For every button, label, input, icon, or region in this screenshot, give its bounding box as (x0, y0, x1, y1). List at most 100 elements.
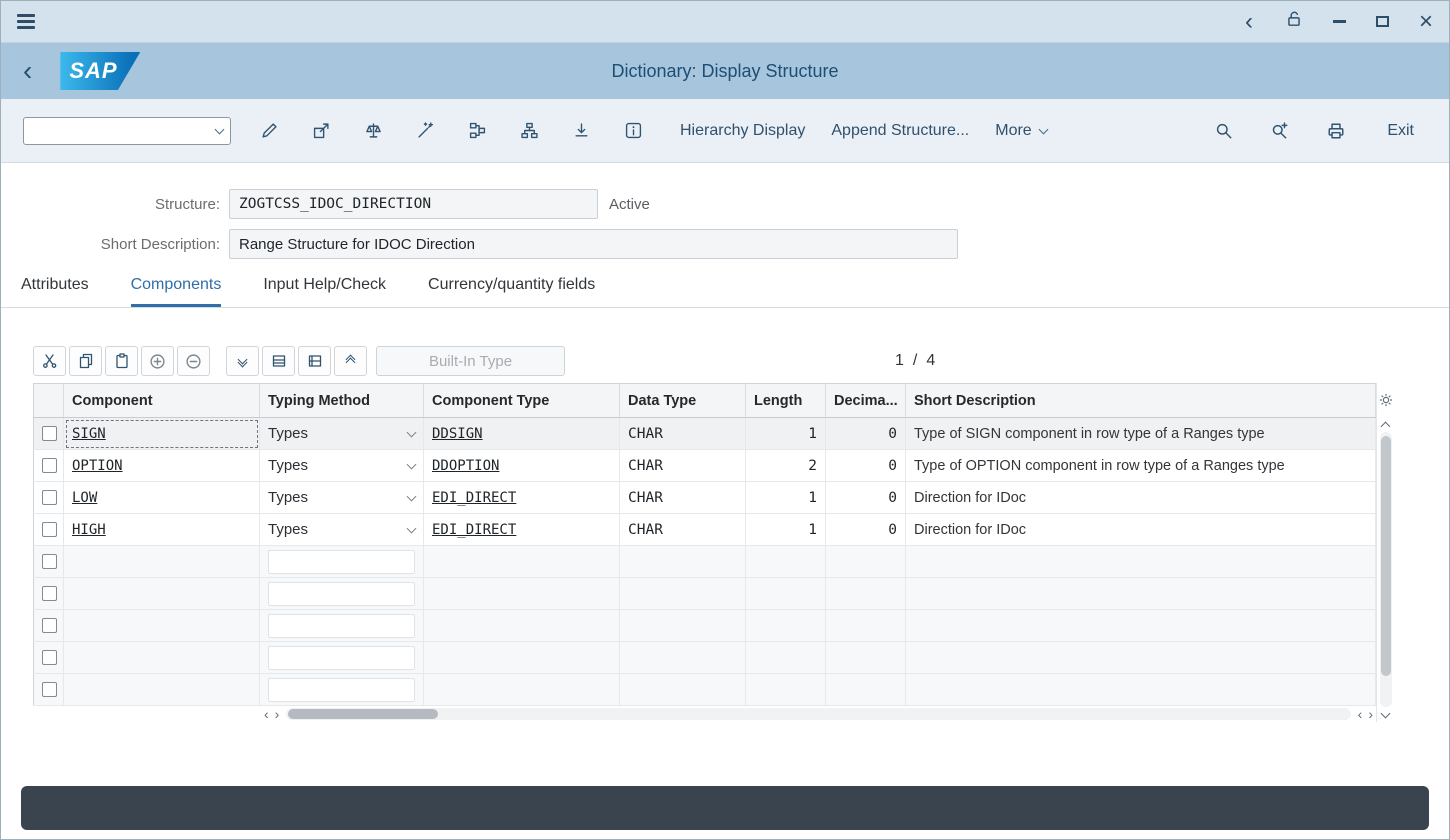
component-cell[interactable] (64, 546, 260, 578)
col-header-data-type[interactable]: Data Type (620, 384, 746, 418)
decimals-cell[interactable] (826, 578, 906, 610)
more-button[interactable]: More (982, 113, 1059, 149)
exit-button[interactable]: Exit (1374, 113, 1427, 149)
append-structure-button[interactable]: Append Structure... (818, 113, 982, 149)
copy-button[interactable] (69, 346, 102, 376)
expand-all-button[interactable] (226, 346, 259, 376)
decimals-cell[interactable]: 0 (826, 482, 906, 514)
length-cell[interactable] (746, 642, 826, 674)
length-cell[interactable]: 1 (746, 418, 826, 450)
typing-method-select[interactable] (268, 678, 415, 702)
horizontal-scrollbar[interactable]: ‹ › ‹ › (33, 706, 1376, 722)
row-checkbox[interactable] (42, 618, 57, 633)
component-cell[interactable] (64, 578, 260, 610)
length-cell[interactable]: 2 (746, 450, 826, 482)
display-change-button[interactable] (251, 113, 287, 149)
col-header-component[interactable]: Component (64, 384, 260, 418)
component-type-cell[interactable] (424, 674, 620, 706)
print-button[interactable] (1318, 113, 1354, 149)
typing-method-select[interactable]: Types (268, 489, 415, 506)
component-cell[interactable] (64, 610, 260, 642)
row-checkbox[interactable] (42, 682, 57, 697)
decimals-cell[interactable]: 0 (826, 418, 906, 450)
length-cell[interactable] (746, 546, 826, 578)
back-button[interactable]: ‹ (23, 57, 32, 85)
select-all-header[interactable] (34, 384, 64, 418)
length-cell[interactable] (746, 610, 826, 642)
typing-method-select[interactable]: Types (268, 425, 415, 442)
decimals-cell[interactable] (826, 674, 906, 706)
tab-components[interactable]: Components (131, 276, 222, 307)
data-type-cell[interactable]: CHAR (620, 450, 746, 482)
component-type-cell[interactable] (424, 642, 620, 674)
where-used-button[interactable] (459, 113, 495, 149)
component-type-link[interactable]: DDOPTION (432, 458, 499, 474)
decimals-cell[interactable] (826, 546, 906, 578)
settings-gear-icon[interactable] (1379, 383, 1393, 417)
col-header-length[interactable]: Length (746, 384, 826, 418)
row-checkbox[interactable] (42, 490, 57, 505)
component-link[interactable]: LOW (72, 490, 97, 506)
typing-method-select[interactable] (268, 550, 415, 574)
component-cell[interactable] (64, 642, 260, 674)
close-icon[interactable]: × (1419, 10, 1433, 34)
decimals-cell[interactable] (826, 610, 906, 642)
row-checkbox[interactable] (42, 586, 57, 601)
activate-wand-button[interactable] (407, 113, 443, 149)
data-type-cell[interactable] (620, 546, 746, 578)
component-cell[interactable] (64, 674, 260, 706)
length-cell[interactable]: 1 (746, 482, 826, 514)
typing-method-select[interactable] (268, 582, 415, 606)
minimize-icon[interactable] (1333, 20, 1346, 22)
row-checkbox[interactable] (42, 650, 57, 665)
maximize-icon[interactable] (1376, 16, 1389, 27)
typing-method-select[interactable]: Types (268, 521, 415, 538)
data-type-cell[interactable] (620, 642, 746, 674)
remove-row-button[interactable] (177, 346, 210, 376)
other-object-button[interactable] (303, 113, 339, 149)
delete-row-button[interactable] (298, 346, 331, 376)
component-link[interactable]: SIGN (72, 426, 106, 442)
chevron-down-icon[interactable] (215, 124, 225, 134)
decimals-cell[interactable]: 0 (826, 514, 906, 546)
component-type-link[interactable]: DDSIGN (432, 426, 483, 442)
collapse-all-button[interactable] (334, 346, 367, 376)
cut-button[interactable] (33, 346, 66, 376)
typing-method-select[interactable] (268, 646, 415, 670)
hierarchy-display-button[interactable]: Hierarchy Display (667, 113, 818, 149)
horizontal-scroll-thumb[interactable] (288, 709, 438, 719)
structure-field[interactable]: ZOGTCSS_IDOC_DIRECTION (229, 189, 598, 219)
scroll-right-icon[interactable]: › (272, 707, 283, 721)
command-input[interactable] (31, 123, 216, 139)
component-type-link[interactable]: EDI_DIRECT (432, 522, 516, 538)
scroll-right-icon[interactable]: › (1365, 707, 1376, 721)
data-type-cell[interactable] (620, 610, 746, 642)
scroll-left-icon[interactable]: ‹ (1355, 707, 1366, 721)
scroll-up-icon[interactable] (1382, 417, 1389, 432)
tab-input-help-check[interactable]: Input Help/Check (263, 276, 386, 307)
decimals-cell[interactable] (826, 642, 906, 674)
data-type-cell[interactable]: CHAR (620, 514, 746, 546)
length-cell[interactable]: 1 (746, 514, 826, 546)
short-description-field[interactable]: Range Structure for IDOC Direction (229, 229, 958, 259)
row-checkbox[interactable] (42, 522, 57, 537)
component-type-link[interactable]: EDI_DIRECT (432, 490, 516, 506)
hierarchy-button[interactable] (511, 113, 547, 149)
move-download-button[interactable] (563, 113, 599, 149)
info-button[interactable] (615, 113, 651, 149)
search-button[interactable] (1206, 113, 1242, 149)
data-type-cell[interactable]: CHAR (620, 418, 746, 450)
data-type-cell[interactable] (620, 578, 746, 610)
component-type-cell[interactable] (424, 610, 620, 642)
titlebar-back-icon[interactable]: ‹ (1243, 10, 1255, 34)
typing-method-select[interactable] (268, 614, 415, 638)
scroll-left-icon[interactable]: ‹ (261, 707, 272, 721)
search-plus-button[interactable] (1262, 113, 1298, 149)
insert-row-button[interactable] (262, 346, 295, 376)
length-cell[interactable] (746, 578, 826, 610)
component-type-cell[interactable] (424, 578, 620, 610)
lock-icon[interactable] (1285, 10, 1303, 33)
col-header-component-type[interactable]: Component Type (424, 384, 620, 418)
hamburger-menu-icon[interactable] (17, 11, 35, 33)
paste-button[interactable] (105, 346, 138, 376)
